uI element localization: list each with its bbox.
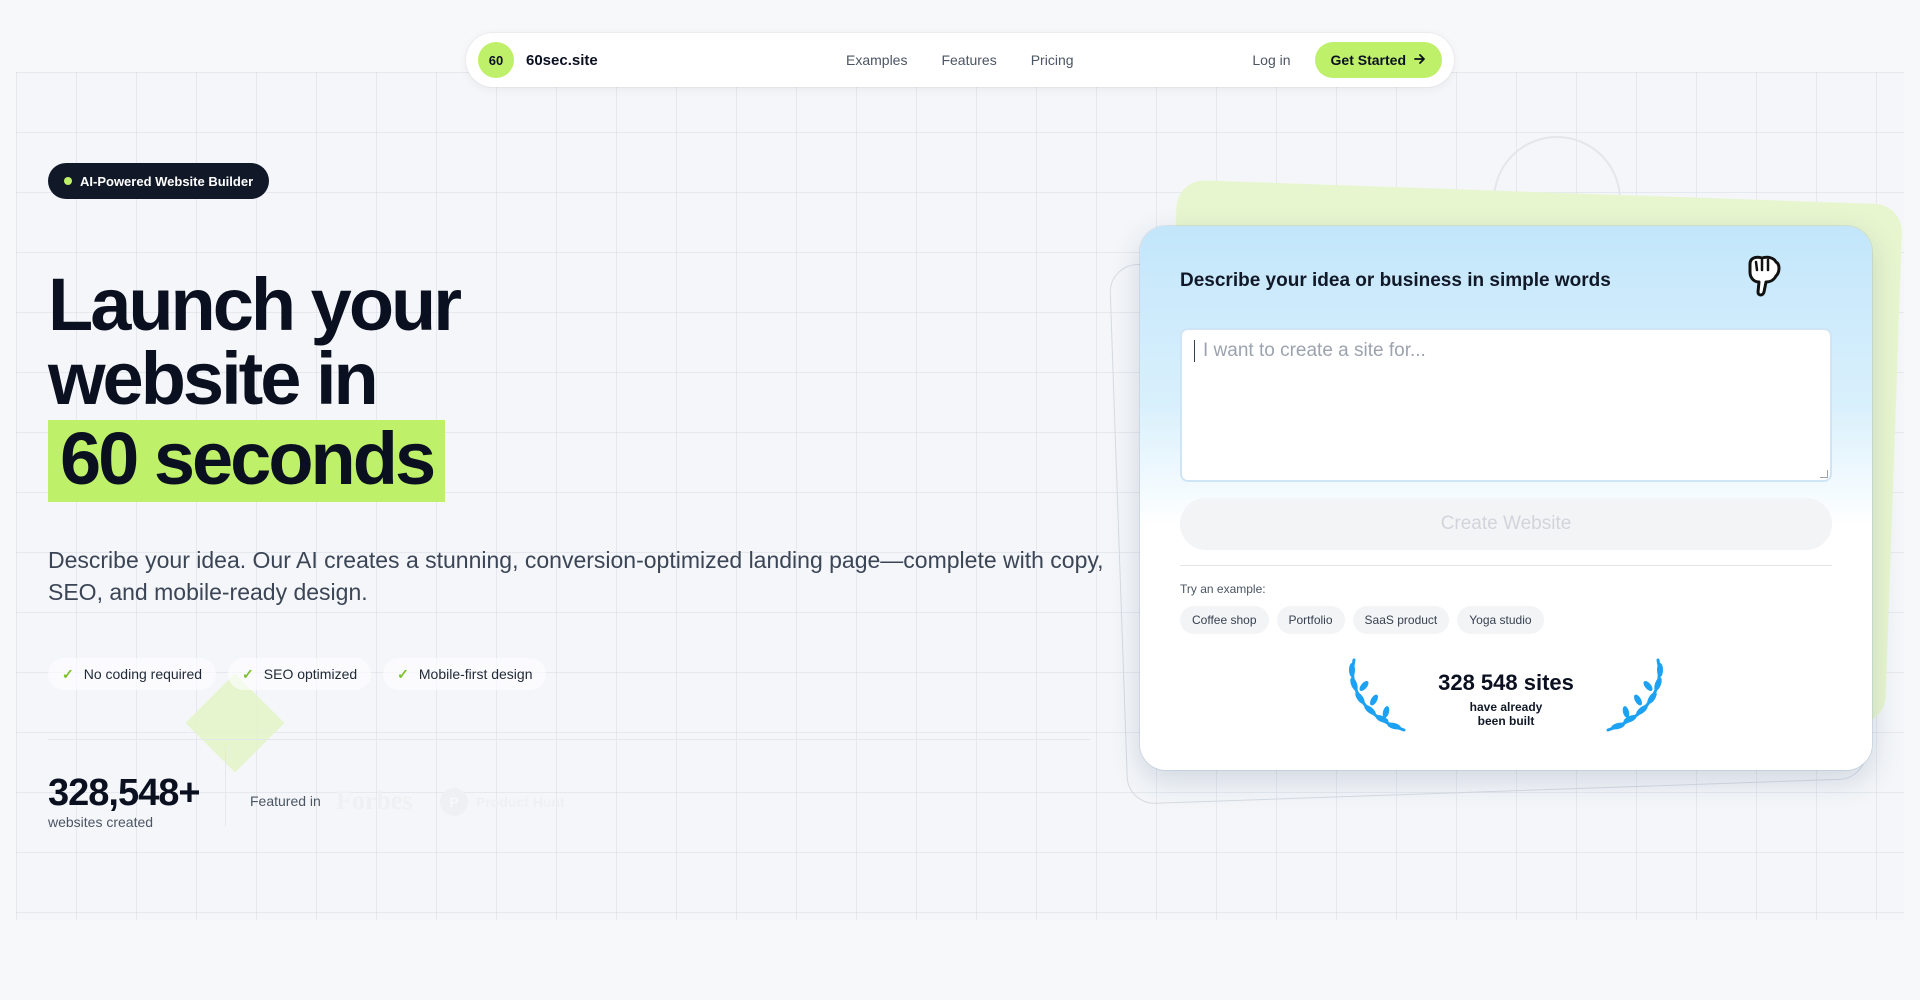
textarea-resize-handle[interactable] xyxy=(1820,470,1828,478)
check-icon: ✓ xyxy=(62,665,74,682)
nav-link-examples[interactable]: Examples xyxy=(846,52,907,68)
check-label: Mobile-first design xyxy=(418,666,533,682)
stat-separator xyxy=(225,746,226,826)
badge-dot xyxy=(64,177,72,185)
check-item-no-coding: ✓ No coding required xyxy=(48,658,217,690)
sites-caption-line-1: have already xyxy=(1469,700,1543,714)
create-website-card: Describe your idea or business in simple… xyxy=(1140,226,1872,770)
idea-textarea[interactable]: I want to create a site for... xyxy=(1180,328,1832,482)
nav-link-features[interactable]: Features xyxy=(941,52,996,68)
pointing-hand-icon xyxy=(1740,252,1784,300)
example-chip-coffee-shop[interactable]: Coffee shop xyxy=(1180,606,1269,634)
arrow-right-icon xyxy=(1414,52,1426,68)
websites-created-label: websites created xyxy=(48,814,154,830)
headline-highlight: 60 seconds xyxy=(48,420,446,502)
example-chips: Coffee shop Portfolio SaaS product Yoga … xyxy=(1180,606,1544,634)
check-label: SEO optimized xyxy=(263,666,358,682)
nav-link-pricing[interactable]: Pricing xyxy=(1031,52,1074,68)
forbes-logo: Forbes xyxy=(336,786,413,815)
featured-in-label: Featured in xyxy=(250,793,321,809)
product-hunt-label: Product Hunt xyxy=(476,794,565,810)
sites-built-count: 328 548 sites xyxy=(1438,670,1574,695)
hero-subtitle: Describe your idea. Our AI creates a stu… xyxy=(48,547,1104,605)
check-icon: ✓ xyxy=(397,665,409,682)
nav-actions: Log in Get Started xyxy=(1252,42,1442,78)
headline-line-1: Launch your xyxy=(48,263,462,346)
check-label: No coding required xyxy=(83,666,203,682)
sites-caption-line-2: been built xyxy=(1477,714,1535,728)
laurel-right-icon xyxy=(1598,656,1668,736)
headline-line-2: website in xyxy=(48,337,379,420)
check-icon: ✓ xyxy=(242,665,254,682)
hero-badge: AI-Powered Website Builder xyxy=(48,163,270,199)
get-started-button[interactable]: Get Started xyxy=(1314,42,1442,78)
check-item-mobile: ✓ Mobile-first design xyxy=(383,658,547,690)
hero-divider xyxy=(48,739,1090,740)
nav-links: Examples Features Pricing xyxy=(846,52,1074,68)
idea-textarea-placeholder: I want to create a site for... xyxy=(1203,340,1426,362)
create-website-button[interactable]: Create Website xyxy=(1180,498,1832,550)
example-chip-portfolio[interactable]: Portfolio xyxy=(1276,606,1345,634)
card-divider xyxy=(1180,565,1832,566)
example-chip-saas-product[interactable]: SaaS product xyxy=(1352,606,1450,634)
text-caret xyxy=(1194,340,1195,362)
product-hunt-icon: P xyxy=(440,788,468,816)
hero-badge-label: AI-Powered Website Builder xyxy=(80,173,254,189)
check-item-seo: ✓ SEO optimized xyxy=(228,658,372,690)
logo-badge[interactable]: 60 xyxy=(478,42,514,78)
product-hunt-logo: P Product Hunt xyxy=(440,788,565,816)
feature-checks: ✓ No coding required ✓ SEO optimized ✓ M… xyxy=(48,658,547,690)
get-started-label: Get Started xyxy=(1330,52,1406,68)
websites-created-count: 328,548+ xyxy=(48,772,201,814)
logo-text[interactable]: 60sec.site xyxy=(526,52,598,69)
login-link[interactable]: Log in xyxy=(1252,52,1290,68)
try-example-label: Try an example: xyxy=(1180,582,1266,596)
example-chip-yoga-studio[interactable]: Yoga studio xyxy=(1457,606,1544,634)
hero-headline: Launch your website in 60 seconds xyxy=(48,268,462,502)
top-navigation: 60 60sec.site Examples Features Pricing … xyxy=(466,33,1454,87)
card-title: Describe your idea or business in simple… xyxy=(1180,270,1611,291)
sites-built-caption: have already been built xyxy=(1390,700,1622,728)
